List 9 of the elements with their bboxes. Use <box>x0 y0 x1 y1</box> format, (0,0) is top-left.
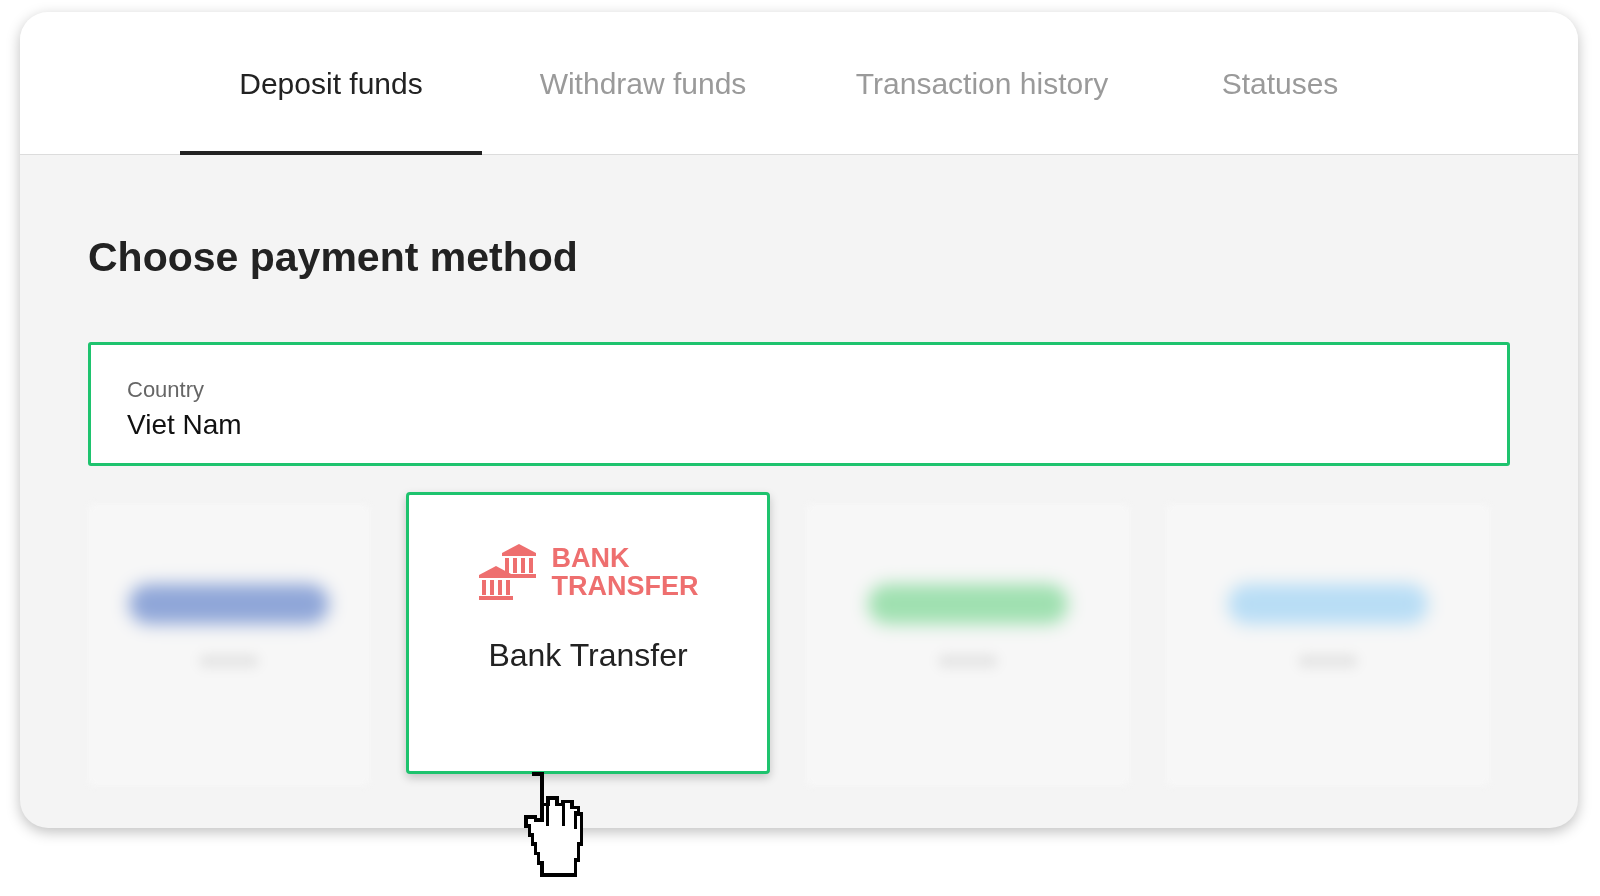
method-label: Bank Transfer <box>488 636 688 675</box>
tab[interactable]: Deposit funds <box>180 12 482 155</box>
section-heading: Choose payment method <box>88 237 579 278</box>
payment-method-card[interactable]: BANK TRANSFER Bank Transfer <box>406 492 770 774</box>
logo-text: BANK <box>551 544 631 572</box>
logo-text: TRANSFER <box>551 572 699 600</box>
field-value: Viet Nam <box>127 408 243 442</box>
field-label: Country <box>127 376 206 404</box>
country-field[interactable]: Country Viet Nam <box>88 342 1510 466</box>
